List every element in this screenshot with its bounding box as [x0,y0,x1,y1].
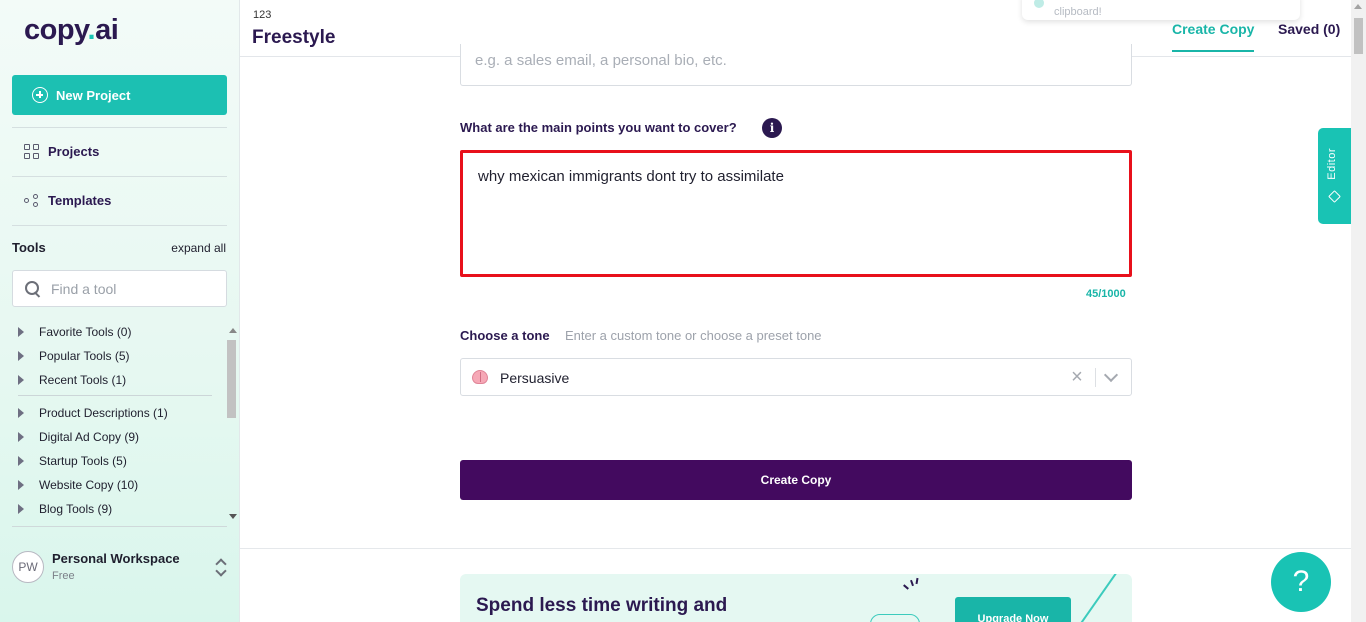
find-tool-search[interactable] [12,270,227,307]
workspace-plan: Free [52,570,75,582]
create-copy-button[interactable]: Create Copy [460,460,1132,500]
toast-text: clipboard! [1054,6,1102,18]
tool-group-label: Blog Tools (9) [39,502,113,516]
divider [12,127,227,128]
description-input[interactable] [475,52,1115,69]
tools-heading: Tools [12,240,46,255]
logo-text-main: copy [24,14,88,46]
divider [12,176,227,177]
logo-text-suffix: ai [95,14,119,46]
description-field[interactable] [460,44,1132,86]
new-project-button[interactable]: New Project [12,75,227,115]
grid-icon [24,144,39,159]
tool-group-digital-ad-copy[interactable]: Digital Ad Copy (9) [18,430,139,444]
tool-group-label: Popular Tools (5) [39,349,130,363]
caret-right-icon [18,351,24,361]
page-title[interactable]: Freestyle [252,27,335,49]
find-tool-input[interactable] [51,280,201,297]
project-number: 123 [253,9,272,21]
tool-group-label: Favorite Tools (0) [39,325,132,339]
sidebar-item-templates[interactable]: Templates [24,193,111,208]
caret-right-icon [18,408,24,418]
decorative-illustration [870,614,920,622]
tab-saved[interactable]: Saved (0) [1278,21,1340,37]
caret-right-icon [18,327,24,337]
templates-icon [24,194,39,207]
question-icon: ? [1292,565,1310,598]
divider [18,395,212,396]
tool-group-label: Recent Tools (1) [39,373,127,387]
info-icon[interactable]: i [762,118,782,138]
tone-hint: Enter a custom tone or choose a preset t… [565,328,822,343]
tool-group-favorite[interactable]: Favorite Tools (0) [18,325,131,339]
help-button[interactable]: ? [1271,552,1331,612]
expand-all-link[interactable]: expand all [171,241,226,255]
upgrade-promo-banner: Spend less time writing and Upgrade Now [460,574,1132,622]
caret-right-icon [18,375,24,385]
tool-group-startup-tools[interactable]: Startup Tools (5) [18,454,127,468]
tool-group-label: Digital Ad Copy (9) [39,430,140,444]
scrollbar-thumb[interactable] [1354,18,1363,54]
scrollbar-thumb[interactable] [227,340,236,418]
editor-tab-label: Editor [1326,148,1338,180]
scroll-up-arrow-icon[interactable] [229,328,237,333]
tool-group-popular[interactable]: Popular Tools (5) [18,349,130,363]
main-points-field[interactable]: why mexican immigrants dont try to assim… [460,150,1132,277]
caret-right-icon [18,504,24,514]
tone-label: Choose a tone [460,328,550,343]
scroll-down-arrow-icon[interactable] [229,514,237,519]
editor-side-tab[interactable]: Editor [1318,128,1351,224]
sidebar-item-label: Projects [48,144,100,159]
check-icon [1034,0,1044,8]
divider [240,548,1351,549]
avatar[interactable]: PW [12,551,44,583]
upgrade-now-button[interactable]: Upgrade Now [955,597,1071,622]
promo-headline: Spend less time writing and [476,595,728,616]
tool-group-label: Startup Tools (5) [39,454,127,468]
tool-group-product-descriptions[interactable]: Product Descriptions (1) [18,406,168,420]
pencil-icon [1328,190,1341,203]
tool-group-label: Website Copy (10) [39,478,139,492]
caret-right-icon [18,432,24,442]
tool-list-scrollbar[interactable] [226,326,238,524]
tool-group-recent[interactable]: Recent Tools (1) [18,373,126,387]
copied-toast: clipboard! [1022,0,1300,20]
search-icon [25,280,41,297]
brain-icon [472,370,488,384]
character-counter: 45/1000 [1086,288,1126,300]
tone-select[interactable]: Persuasive × [460,358,1132,396]
tab-create-copy[interactable]: Create Copy [1172,21,1255,52]
caret-right-icon [18,480,24,490]
sidebar-item-label: Templates [48,193,112,208]
caret-right-icon [18,456,24,466]
copyai-logo[interactable]: copy.ai [24,14,119,47]
select-separator [1095,368,1096,387]
new-project-label: New Project [56,87,131,103]
main-points-textarea[interactable]: why mexican immigrants dont try to assim… [478,167,1108,257]
sidebar: copy.ai New Project Projects Templates T… [0,0,240,622]
divider [12,225,227,226]
tool-group-blog-tools[interactable]: Blog Tools (9) [18,502,112,516]
page-scrollbar[interactable] [1351,0,1366,622]
main-points-label: What are the main points you want to cov… [460,120,737,135]
sidebar-item-projects[interactable]: Projects [24,144,99,159]
workspace-name[interactable]: Personal Workspace [52,551,180,566]
tool-group-label: Product Descriptions (1) [39,406,168,420]
logo-dot: . [87,14,96,46]
clear-icon[interactable]: × [1069,367,1085,387]
workspace-switcher-icon[interactable] [214,558,228,578]
tone-selected-value: Persuasive [500,370,570,386]
divider [12,526,227,527]
scroll-up-arrow-icon[interactable] [1354,4,1362,9]
decorative-line [1064,574,1118,622]
sparkle-icon [903,577,919,592]
plus-circle-icon [32,87,48,103]
chevron-down-icon[interactable] [1103,367,1119,383]
tool-group-website-copy[interactable]: Website Copy (10) [18,478,138,492]
